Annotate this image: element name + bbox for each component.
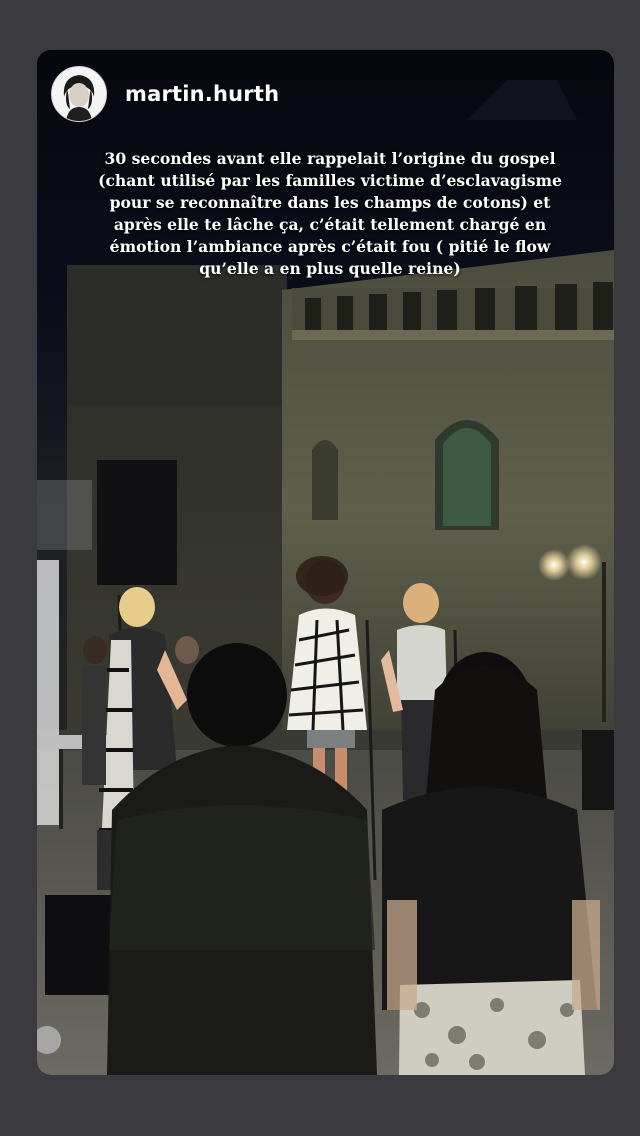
profile-photo-icon[interactable] xyxy=(51,66,107,122)
story-card[interactable]: martin.hurth 30 secondes avant elle rapp… xyxy=(37,50,614,1075)
username[interactable]: martin.hurth xyxy=(125,82,279,106)
avatar-illustration xyxy=(52,67,106,121)
story-header: martin.hurth xyxy=(51,66,279,122)
story-caption: 30 secondes avant elle rappelait l’origi… xyxy=(98,149,562,278)
